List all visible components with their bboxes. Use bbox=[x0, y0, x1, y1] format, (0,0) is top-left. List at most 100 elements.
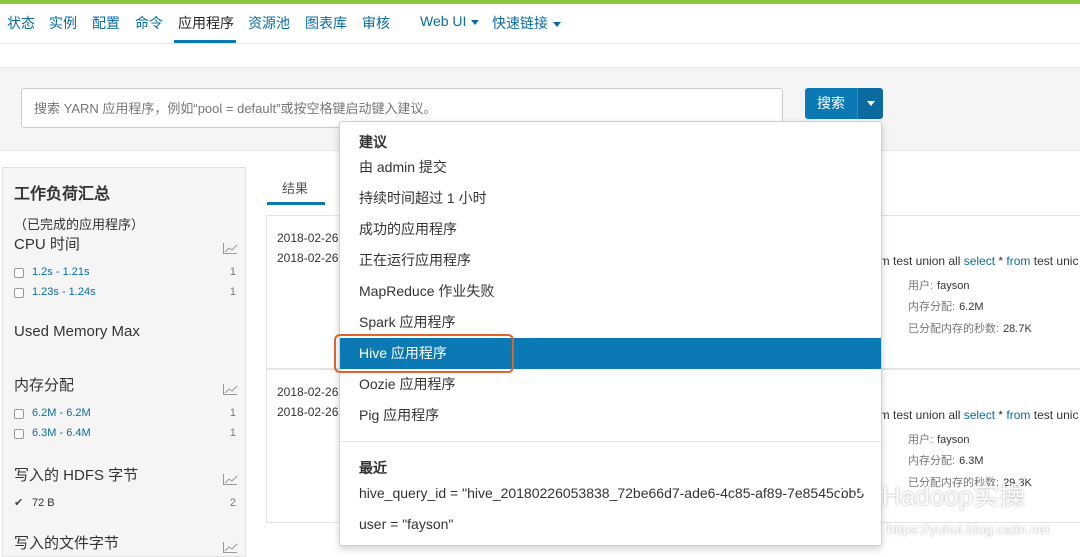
checkbox[interactable] bbox=[14, 288, 24, 298]
nav-web-ui-label: Web UI bbox=[420, 13, 467, 29]
facet-count: 1 bbox=[229, 407, 236, 419]
nav-audits[interactable]: 审核 bbox=[362, 13, 390, 33]
meta-key: 内存分配: bbox=[908, 301, 956, 313]
chart-icon[interactable] bbox=[223, 474, 238, 485]
top-nav: 状态 实例 配置 命令 应用程序 资源池 图表库 审核 Web UI 快速链接 bbox=[0, 4, 1080, 44]
nav-instances[interactable]: 实例 bbox=[49, 13, 77, 33]
query-text: om test union all select * from test uni… bbox=[873, 254, 1078, 268]
nav-config[interactable]: 配置 bbox=[92, 13, 120, 33]
sql-keyword: from bbox=[1006, 408, 1031, 422]
suggestion-pig-apps[interactable]: Pig 应用程序 bbox=[340, 400, 881, 431]
recent-header: 最近 bbox=[359, 460, 387, 476]
sql-fragment: * bbox=[995, 408, 1007, 422]
meta-key: 已分配内存的秒数: bbox=[908, 323, 1000, 335]
section-memory-allocation: 内存分配 bbox=[14, 377, 75, 394]
sql-fragment: * bbox=[995, 254, 1007, 268]
watermark-url: https://yuhui.blog.csdn.net bbox=[887, 521, 1050, 537]
sql-fragment: test unic bbox=[1030, 254, 1079, 268]
meta-value: fayson bbox=[937, 434, 970, 446]
suggestion-duration-over-1h[interactable]: 持续时间超过 1 小时 bbox=[340, 183, 881, 214]
checkbox[interactable] bbox=[14, 268, 24, 278]
start-date: 2018-02-26 bbox=[277, 231, 339, 245]
sql-fragment: test unic bbox=[1030, 408, 1079, 422]
suggestion-running-apps[interactable]: 正在运行应用程序 bbox=[340, 245, 881, 276]
search-button[interactable]: 搜索 bbox=[805, 88, 857, 119]
nav-chart-library[interactable]: 图表库 bbox=[305, 13, 347, 33]
facet-label: 6.2M - 6.2M bbox=[32, 407, 91, 419]
meta-value: 6.3M bbox=[959, 455, 984, 467]
query-text: om test union all select * from test uni… bbox=[873, 408, 1078, 422]
facet-label: 1.2s - 1.21s bbox=[32, 266, 90, 278]
section-cpu-time: CPU 时间 bbox=[14, 236, 80, 253]
recent-hive-query-id[interactable]: hive_query_id = "hive_20180226053838_72b… bbox=[340, 478, 881, 509]
nav-status[interactable]: 状态 bbox=[7, 13, 35, 33]
meta-value: 6.2M bbox=[959, 301, 984, 313]
suggestions-header: 建议 bbox=[359, 134, 387, 150]
chevron-down-icon bbox=[471, 19, 480, 25]
panel-subtitle: （已完成的应用程序） bbox=[14, 217, 145, 232]
suggestion-oozie-apps[interactable]: Oozie 应用程序 bbox=[340, 369, 881, 400]
end-date: 2018-02-26 bbox=[277, 251, 339, 265]
facet-row[interactable]: 6.2M - 6.2M 1 bbox=[14, 406, 236, 422]
tab-active-underline bbox=[267, 202, 325, 205]
meta-key: 用户: bbox=[908, 280, 934, 292]
panel-title: 工作负荷汇总 bbox=[14, 186, 111, 203]
facet-row[interactable]: ✔ 72 B 2 bbox=[14, 496, 236, 512]
facet-count: 2 bbox=[229, 497, 236, 509]
nav-quick-links[interactable]: 快速链接 bbox=[492, 13, 561, 33]
meta-memory-allocation: 内存分配: 6.2M bbox=[908, 298, 984, 314]
nav-resource-pools[interactable]: 资源池 bbox=[248, 13, 290, 33]
sql-fragment: om test union all bbox=[873, 408, 964, 422]
facet-label: 72 B bbox=[32, 497, 55, 509]
meta-key: 用户: bbox=[908, 434, 934, 446]
facet-count: 1 bbox=[229, 427, 236, 439]
facet-row[interactable]: 1.23s - 1.24s 1 bbox=[14, 285, 236, 301]
dropdown-divider bbox=[340, 441, 881, 442]
meta-memory-seconds: 已分配内存的秒数: 28.7K bbox=[908, 320, 1032, 336]
start-date: 2018-02-26 bbox=[277, 385, 339, 399]
nav-web-ui[interactable]: Web UI bbox=[420, 13, 480, 29]
sql-keyword: select bbox=[963, 408, 996, 422]
nav-active-underline bbox=[174, 40, 236, 43]
watermark-text: Hadoop实操 bbox=[882, 481, 1026, 511]
nav-commands[interactable]: 命令 bbox=[135, 13, 163, 33]
meta-key: 内存分配: bbox=[908, 455, 956, 467]
wechat-icon bbox=[839, 485, 877, 511]
meta-user: 用户: fayson bbox=[908, 431, 969, 447]
facet-count: 1 bbox=[229, 266, 236, 278]
suggestion-spark-apps[interactable]: Spark 应用程序 bbox=[340, 307, 881, 338]
chevron-down-icon bbox=[867, 101, 875, 106]
suggestion-hive-apps[interactable]: Hive 应用程序 bbox=[340, 338, 881, 369]
chart-icon[interactable] bbox=[223, 243, 238, 254]
nav-quick-links-label: 快速链接 bbox=[492, 15, 548, 31]
facet-label: 6.3M - 6.4M bbox=[32, 427, 91, 439]
watermark-brand: Hadoop实操 bbox=[838, 476, 1025, 513]
meta-user: 用户: fayson bbox=[908, 277, 969, 293]
chevron-down-icon bbox=[553, 21, 561, 27]
search-suggestions-dropdown: 建议 由 admin 提交 持续时间超过 1 小时 成功的应用程序 正在运行应用… bbox=[339, 121, 882, 546]
search-dropdown-toggle[interactable] bbox=[857, 88, 883, 119]
workload-summary-panel: 工作负荷汇总 （已完成的应用程序） CPU 时间 1.2s - 1.21s 1 … bbox=[2, 167, 246, 557]
facet-count: 1 bbox=[229, 286, 236, 298]
end-date: 2018-02-26 bbox=[277, 405, 339, 419]
section-file-bytes-written: 写入的文件字节 bbox=[14, 535, 120, 552]
tab-results[interactable]: 结果 bbox=[282, 178, 308, 197]
sql-keyword: from bbox=[1006, 254, 1031, 268]
facet-label: 1.23s - 1.24s bbox=[32, 286, 96, 298]
checkbox[interactable] bbox=[14, 429, 24, 439]
section-used-memory-max: Used Memory Max bbox=[14, 323, 140, 340]
chart-icon[interactable] bbox=[223, 384, 238, 395]
suggestion-mapreduce-failed[interactable]: MapReduce 作业失败 bbox=[340, 276, 881, 307]
sql-fragment: om test union all bbox=[873, 254, 964, 268]
meta-value: fayson bbox=[937, 280, 970, 292]
facet-row[interactable]: 6.3M - 6.4M 1 bbox=[14, 426, 236, 442]
facet-row[interactable]: 1.2s - 1.21s 1 bbox=[14, 265, 236, 281]
recent-user-fayson[interactable]: user = "fayson" bbox=[340, 509, 881, 540]
checkmark-icon[interactable]: ✔ bbox=[14, 496, 23, 509]
section-hdfs-bytes-written: 写入的 HDFS 字节 bbox=[14, 467, 139, 484]
checkbox[interactable] bbox=[14, 409, 24, 419]
nav-applications[interactable]: 应用程序 bbox=[178, 13, 234, 33]
suggestion-submitted-by-admin[interactable]: 由 admin 提交 bbox=[340, 152, 881, 183]
suggestion-succeeded-apps[interactable]: 成功的应用程序 bbox=[340, 214, 881, 245]
meta-memory-allocation: 内存分配: 6.3M bbox=[908, 452, 984, 468]
